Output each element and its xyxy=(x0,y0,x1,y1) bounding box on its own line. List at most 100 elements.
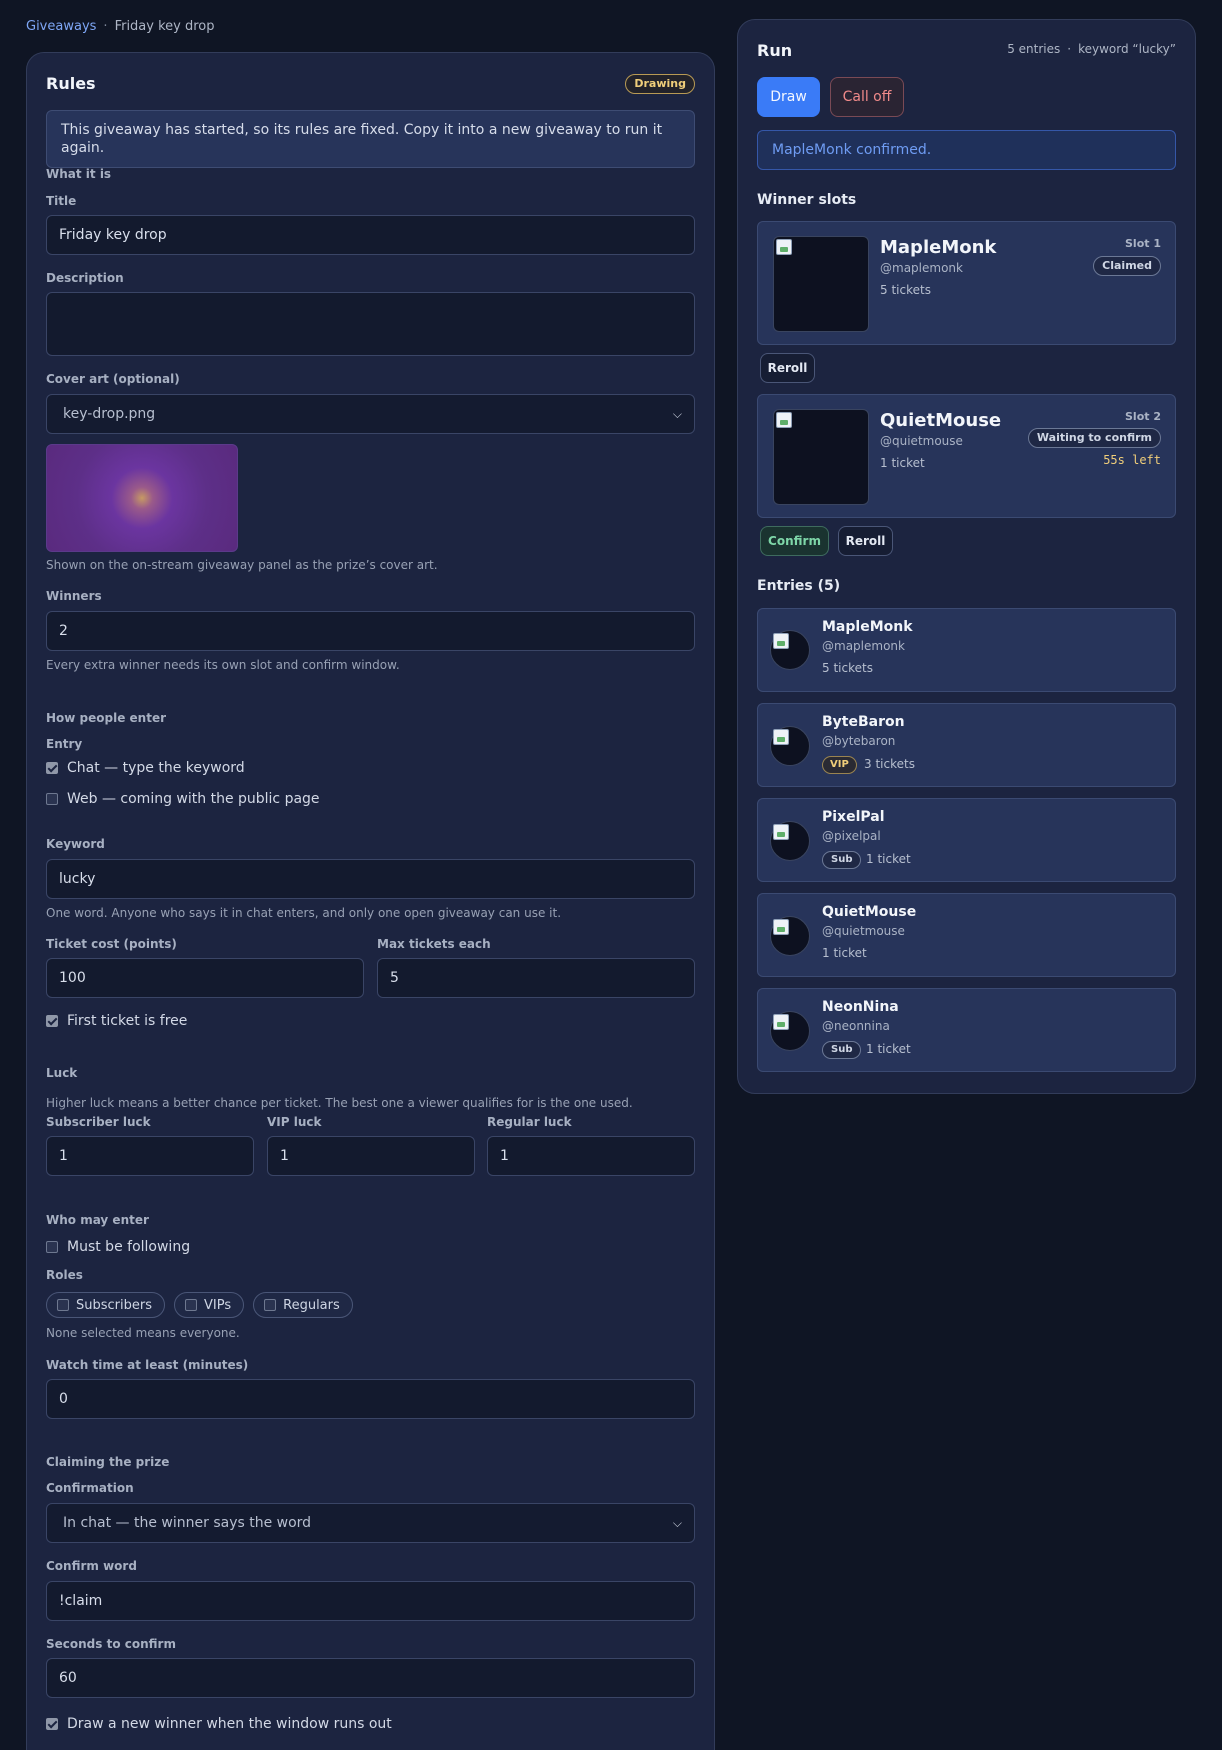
run-title: Run xyxy=(757,41,793,60)
entry-handle: @neonnina xyxy=(822,1019,890,1033)
vip-luck-label: VIP luck xyxy=(267,1115,322,1129)
confirm-word-label: Confirm word xyxy=(46,1559,137,1573)
subscriber-luck-input[interactable]: 1 xyxy=(46,1136,254,1176)
entry-name: PixelPal xyxy=(822,809,885,825)
slot-number: Slot 1 xyxy=(1125,237,1161,250)
cover-art-help: Shown on the on-stream giveaway panel as… xyxy=(46,558,438,572)
checkbox-checked-icon[interactable] xyxy=(46,1015,58,1027)
watch-time-label: Watch time at least (minutes) xyxy=(46,1358,249,1372)
entry-name: MapleMonk xyxy=(822,619,913,635)
entry-handle: @bytebaron xyxy=(822,734,896,748)
cover-art-label: Cover art (optional) xyxy=(46,372,180,386)
confirm-button[interactable]: Confirm xyxy=(760,526,829,556)
redraw-label: Draw a new winner when the window runs o… xyxy=(67,1716,392,1732)
entries-heading: Entries (5) xyxy=(757,578,841,594)
entry-handle: @maplemonk xyxy=(822,639,905,653)
checkbox-checked-icon[interactable] xyxy=(46,762,58,774)
entry-tickets: 1 ticket xyxy=(822,946,867,960)
entry-tickets: 3 tickets xyxy=(864,757,915,771)
breadcrumb-separator: · xyxy=(103,19,108,34)
luck-help: Higher luck means a better chance per ti… xyxy=(46,1096,633,1110)
following-option[interactable]: Must be following xyxy=(46,1239,190,1255)
entries-count: 5 entries xyxy=(1007,42,1061,56)
keyword-meta: keyword “lucky” xyxy=(1078,42,1176,56)
confirm-countdown: 55s left xyxy=(1103,453,1161,467)
title-label: Title xyxy=(46,194,77,208)
entry-web-option[interactable]: Web — coming with the public page xyxy=(46,791,320,807)
breadcrumb: Giveaways · Friday key drop xyxy=(26,19,215,34)
list-item: ByteBaron @bytebaron VIP 3 tickets xyxy=(757,703,1176,787)
section-who-heading: Who may enter xyxy=(46,1213,149,1227)
slot-number: Slot 2 xyxy=(1125,410,1161,423)
checkbox-checked-icon[interactable] xyxy=(46,1718,58,1730)
title-input[interactable]: Friday key drop xyxy=(46,215,695,255)
seconds-label: Seconds to confirm xyxy=(46,1637,176,1651)
description-label: Description xyxy=(46,271,124,285)
confirmation-select[interactable]: In chat — the winner says the word ⌵ xyxy=(46,1503,695,1543)
slot-winner-tickets: 5 tickets xyxy=(880,283,931,297)
avatar xyxy=(773,236,869,332)
first-free-label: First ticket is free xyxy=(67,1013,188,1029)
chevron-down-icon: ⌵ xyxy=(672,407,682,421)
subscriber-luck-label: Subscriber luck xyxy=(46,1115,151,1129)
checkbox-unchecked-icon[interactable] xyxy=(185,1299,197,1311)
claimed-badge: Claimed xyxy=(1093,256,1161,276)
first-free-option[interactable]: First ticket is free xyxy=(46,1013,187,1029)
role-subscribers-pill[interactable]: Subscribers xyxy=(46,1292,165,1318)
breadcrumb-giveaways-link[interactable]: Giveaways xyxy=(26,19,96,34)
entry-chat-option[interactable]: Chat — type the keyword xyxy=(46,760,245,776)
sub-badge: Sub xyxy=(822,851,862,869)
roles-label: Roles xyxy=(46,1268,83,1282)
winner-slot-1: MapleMonk @maplemonk 5 tickets Slot 1 Cl… xyxy=(757,221,1176,345)
checkbox-unchecked-icon[interactable] xyxy=(46,793,58,805)
redraw-option[interactable]: Draw a new winner when the window runs o… xyxy=(46,1716,392,1732)
avatar xyxy=(770,1011,810,1051)
list-item: PixelPal @pixelpal Sub 1 ticket xyxy=(757,798,1176,882)
ticket-cost-input[interactable]: 100 xyxy=(46,958,364,998)
rules-title: Rules xyxy=(46,74,96,93)
section-luck-heading: Luck xyxy=(46,1066,78,1080)
entry-web-label: Web — coming with the public page xyxy=(67,791,320,807)
broken-image-icon xyxy=(776,412,792,428)
max-tickets-label: Max tickets each xyxy=(377,937,491,951)
meta-separator: · xyxy=(1067,42,1072,56)
reroll-button[interactable]: Reroll xyxy=(838,526,893,556)
run-meta: 5 entries · keyword “lucky” xyxy=(1007,42,1176,56)
breadcrumb-current: Friday key drop xyxy=(114,19,215,34)
keyword-label: Keyword xyxy=(46,837,105,851)
checkbox-unchecked-icon[interactable] xyxy=(46,1241,58,1253)
draw-button[interactable]: Draw xyxy=(757,77,820,117)
watch-time-input[interactable]: 0 xyxy=(46,1379,695,1419)
max-tickets-input[interactable]: 5 xyxy=(377,958,695,998)
confirm-word-input[interactable]: !claim xyxy=(46,1581,695,1621)
entry-handle: @quietmouse xyxy=(822,924,905,938)
reroll-button[interactable]: Reroll xyxy=(760,353,815,383)
role-label: VIPs xyxy=(204,1297,232,1313)
run-panel: Run 5 entries · keyword “lucky” Draw Call … xyxy=(737,19,1196,1094)
avatar xyxy=(773,409,869,505)
avatar xyxy=(770,821,810,861)
role-regulars-pill[interactable]: Regulars xyxy=(253,1292,353,1318)
checkbox-unchecked-icon[interactable] xyxy=(57,1299,69,1311)
vip-luck-input[interactable]: 1 xyxy=(267,1136,475,1176)
broken-image-icon xyxy=(773,729,789,745)
role-vips-pill[interactable]: VIPs xyxy=(174,1292,245,1318)
seconds-input[interactable]: 60 xyxy=(46,1658,695,1698)
winners-input[interactable]: 2 xyxy=(46,611,695,651)
cover-art-select[interactable]: key-drop.png ⌵ xyxy=(46,394,695,434)
entry-name: QuietMouse xyxy=(822,904,917,920)
waiting-badge: Waiting to confirm xyxy=(1027,428,1161,448)
entry-tickets: 1 ticket xyxy=(866,1042,911,1056)
broken-image-icon xyxy=(773,1014,789,1030)
checkbox-unchecked-icon[interactable] xyxy=(264,1299,277,1311)
keyword-help: One word. Anyone who says it in chat ent… xyxy=(46,906,562,920)
following-label: Must be following xyxy=(67,1239,191,1255)
role-label: Subscribers xyxy=(76,1297,152,1313)
description-textarea[interactable] xyxy=(46,292,695,356)
chevron-down-icon: ⌵ xyxy=(672,1516,682,1530)
keyword-input[interactable]: lucky xyxy=(46,859,695,899)
call-off-button[interactable]: Call off xyxy=(830,77,904,117)
slot-winner-tickets: 1 ticket xyxy=(880,456,925,470)
regular-luck-input[interactable]: 1 xyxy=(487,1136,695,1176)
list-item: MapleMonk @maplemonk 5 tickets xyxy=(757,608,1176,692)
